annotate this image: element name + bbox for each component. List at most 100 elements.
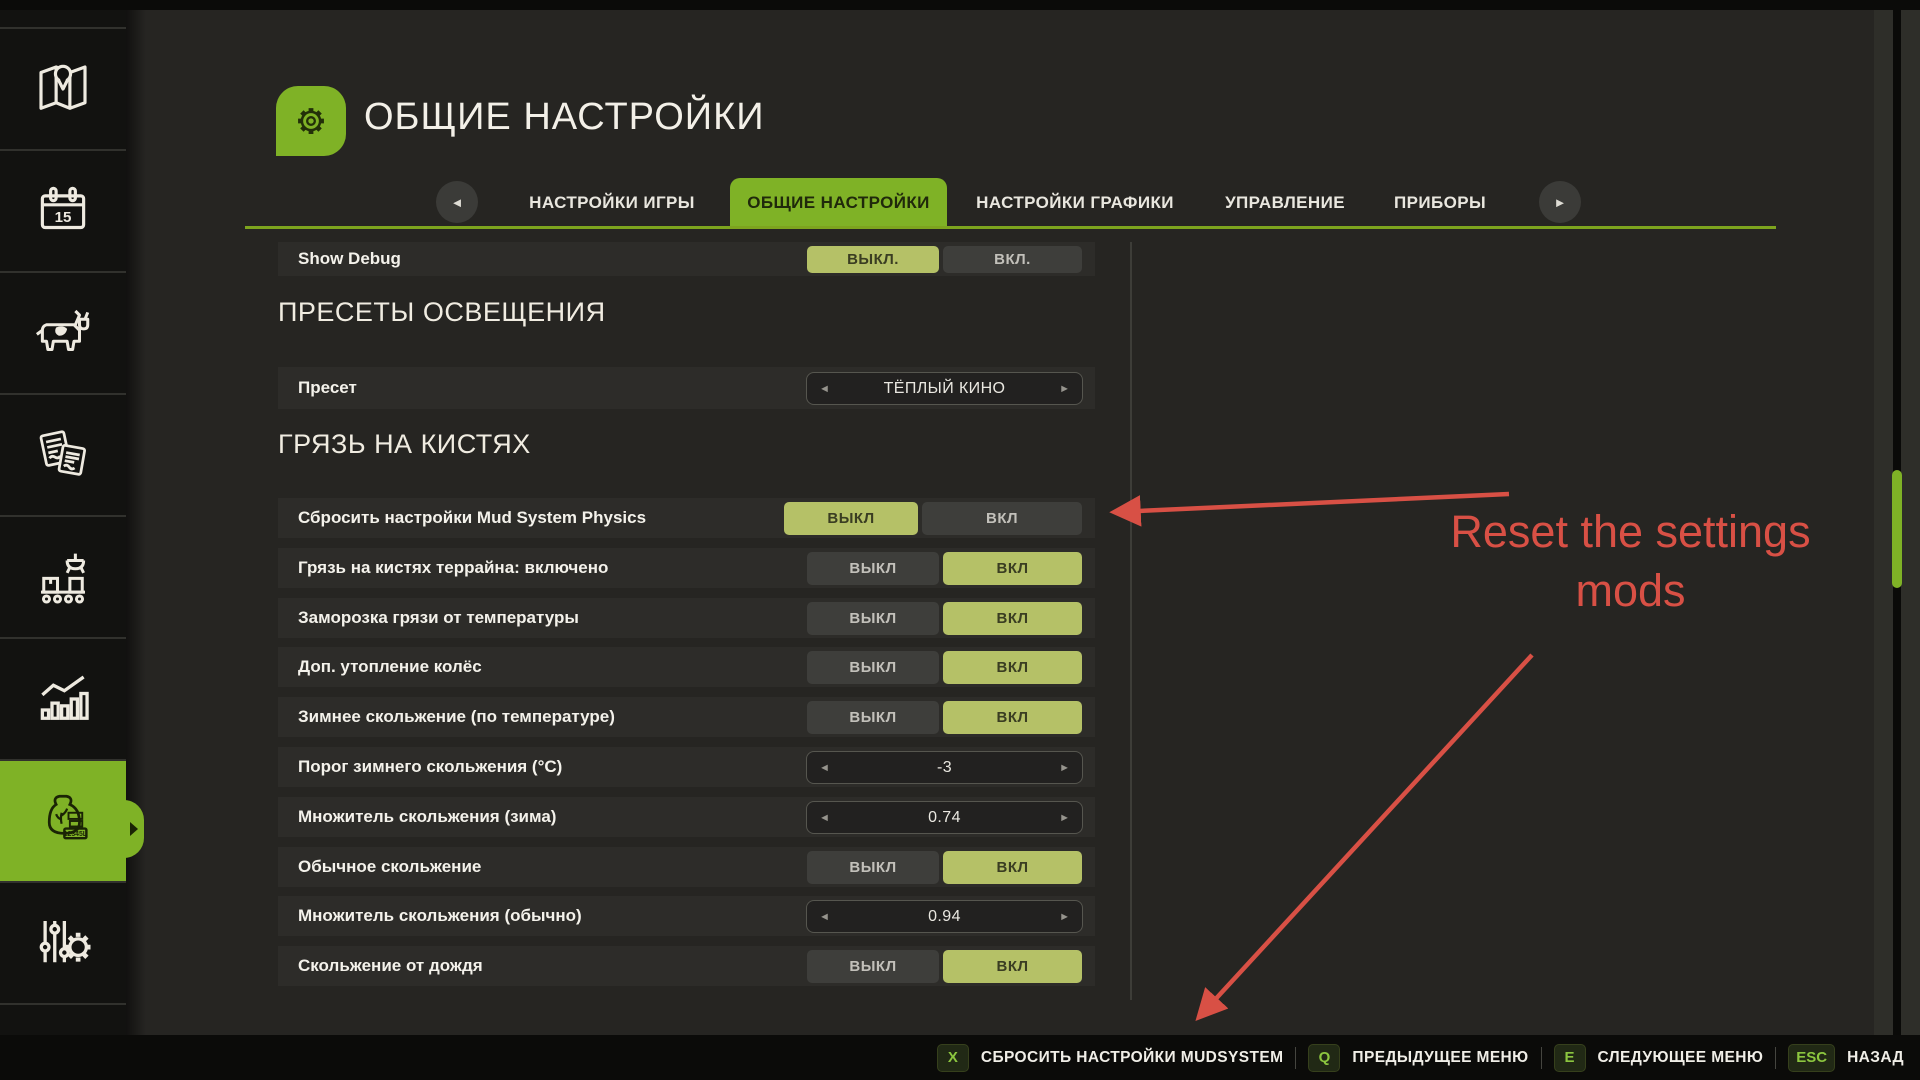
sidebar-item-contracts[interactable] <box>0 393 126 515</box>
setting-label: Обычное скольжение <box>298 857 481 877</box>
setting-label: Порог зимнего скольжения (°C) <box>298 757 562 777</box>
animals-icon <box>30 300 96 366</box>
settings-row: Заморозка грязи от температуры ВЫКЛВКЛ <box>278 598 1095 638</box>
tab-настройки-графики[interactable]: НАСТРОЙКИ ГРАФИКИ <box>976 193 1174 213</box>
settings-row: Зимнее скольжение (по температуре)ВЫКЛВК… <box>278 697 1095 737</box>
value-selector[interactable]: ◄-3► <box>806 751 1083 784</box>
tab-общие-настройки[interactable]: ОБЩИЕ НАСТРОЙКИ <box>730 178 947 228</box>
settings-row: Доп. утопление колёс ВЫКЛВКЛ <box>278 647 1095 687</box>
sidebar-item-calendar[interactable]: 15 <box>0 149 126 271</box>
chevron-right-icon <box>130 822 138 836</box>
toggle-on-button[interactable]: ВКЛ <box>943 851 1082 884</box>
annotation-arrow-to-bottom-hint <box>1200 655 1532 1016</box>
toggle-on-button[interactable]: ВКЛ <box>943 651 1082 684</box>
value-selector[interactable]: ◄ ТЁПЛЫЙ КИНО ► <box>806 372 1083 405</box>
selector-value: 0.74 <box>928 809 961 827</box>
toggle-on-button[interactable]: ВКЛ <box>943 950 1082 983</box>
bottom-bar-label: СБРОСИТЬ НАСТРОЙКИ MUDSYSTEM <box>981 1049 1284 1067</box>
toggle-on-button[interactable]: ВКЛ <box>943 552 1082 585</box>
settings-row: Скольжение от дождяВЫКЛВКЛ <box>278 946 1095 986</box>
setting-label: Доп. утопление колёс <box>298 657 482 677</box>
settings-row: Порог зимнего скольжения (°C) ◄-3► <box>278 747 1095 787</box>
toggle-on-button[interactable]: ВКЛ <box>943 602 1082 635</box>
sidebar-item-statistics[interactable] <box>0 637 126 759</box>
tab-приборы[interactable]: ПРИБОРЫ <box>1394 193 1486 213</box>
settings-row: Сбросить настройки Mud System Physics ВЫК… <box>278 498 1095 538</box>
setting-label: Сбросить настройки Mud System Physics <box>298 508 646 528</box>
key-badge: X <box>937 1044 969 1072</box>
selector-value: 0.94 <box>928 908 961 926</box>
stepper-left-icon[interactable]: ◄ <box>819 762 830 774</box>
toggle-off-button[interactable]: ВЫКЛ <box>807 950 939 983</box>
stepper-right-icon[interactable]: ► <box>1059 762 1070 774</box>
calendar-day-label: 15 <box>55 209 72 226</box>
price-sign-label: 12345L <box>64 831 87 838</box>
bottom-bar-separator <box>1775 1047 1776 1069</box>
sidebar-bottom-line <box>0 1003 126 1005</box>
chevron-left-icon: ◄ <box>451 195 464 210</box>
contracts-icon <box>30 422 96 488</box>
tab-label: ОБЩИЕ НАСТРОЙКИ <box>747 193 930 213</box>
stepper-right-icon[interactable]: ► <box>1059 911 1070 923</box>
production-icon <box>30 544 96 610</box>
settings-row: Пресет◄ТЁПЛЫЙ КИНО► <box>278 367 1095 409</box>
calendar-icon: 15 <box>30 178 96 244</box>
toggle-on-button[interactable]: ВКЛ. <box>943 246 1082 273</box>
chevron-right-icon: ► <box>1554 195 1567 210</box>
tabs-prev-button[interactable]: ◄ <box>436 181 478 223</box>
bottom-bar-separator <box>1541 1047 1542 1069</box>
setting-label: Заморозка грязи от температуры <box>298 608 579 628</box>
toggle-off-button[interactable]: ВЫКЛ <box>807 602 939 635</box>
settings-row: Множитель скольжения (обычно) ◄ 0.94 ► <box>278 896 1095 936</box>
bottom-bar-item-x[interactable]: X СБРОСИТЬ НАСТРОЙКИ MUDSYSTEM <box>937 1044 1284 1072</box>
toggle-off-button[interactable]: ВЫКЛ <box>807 651 939 684</box>
scrollbar-thumb[interactable] <box>1892 470 1902 588</box>
value-selector[interactable]: ◄ 0.74 ► <box>806 801 1083 834</box>
value-selector[interactable]: ◄ 0.94 ► <box>806 900 1083 933</box>
sidebar-item-production[interactable] <box>0 515 126 637</box>
sidebar-item-animals[interactable] <box>0 271 126 393</box>
toggle-off-button[interactable]: ВЫКЛ <box>784 502 918 535</box>
settings-row: Обычное скольжение ВЫКЛВКЛ <box>278 847 1095 887</box>
toggle-off-button[interactable]: ВЫКЛ <box>807 851 939 884</box>
sidebar-item-game-settings[interactable] <box>0 881 126 1003</box>
stepper-left-icon[interactable]: ◄ <box>819 911 830 923</box>
annotation-note: Reset the settings mods <box>1398 502 1863 620</box>
sidebar-item-map[interactable] <box>0 27 126 149</box>
toggle-off-button[interactable]: ВЫКЛ <box>807 701 939 734</box>
toggle-on-button[interactable]: ВКЛ <box>943 701 1082 734</box>
sidebar-shadow <box>126 10 146 1035</box>
bottom-bar-item-esc[interactable]: ESC НАЗАД <box>1788 1044 1904 1072</box>
key-badge: ESC <box>1788 1044 1835 1072</box>
stepper-left-icon[interactable]: ◄ <box>819 383 830 395</box>
stepper-left-icon[interactable]: ◄ <box>819 812 830 824</box>
setting-label: Грязь на кистях террайна: включено <box>298 558 608 578</box>
setting-label: Множитель скольжения (обычно) <box>298 906 582 926</box>
bottom-bar-item-e[interactable]: EСЛЕДУЮЩЕЕ МЕНЮ <box>1554 1044 1764 1072</box>
tab-управление[interactable]: УПРАВЛЕНИЕ <box>1225 193 1345 213</box>
key-badge: Q <box>1308 1044 1340 1072</box>
bottom-bar-item-q[interactable]: Q ПРЕДЫДУЩЕЕ МЕНЮ <box>1308 1044 1528 1072</box>
stepper-right-icon[interactable]: ► <box>1059 383 1070 395</box>
sidebar: 15 12345L <box>0 10 126 1035</box>
bottom-bar-label: НАЗАД <box>1847 1049 1904 1067</box>
bottom-bar-separator <box>1295 1047 1296 1069</box>
sidebar-item-prices[interactable]: 12345L <box>0 759 126 881</box>
settings-row: Show DebugВЫКЛ.ВКЛ. <box>278 242 1095 276</box>
stepper-right-icon[interactable]: ► <box>1059 812 1070 824</box>
toggle-off-button[interactable]: ВЫКЛ <box>807 552 939 585</box>
tab-настройки-игры[interactable]: НАСТРОЙКИ ИГРЫ <box>529 193 695 213</box>
settings-row: Множитель скольжения (зима) ◄ 0.74 ► <box>278 797 1095 837</box>
statistics-icon <box>30 666 96 732</box>
selector-value: ТЁПЛЫЙ КИНО <box>884 380 1006 398</box>
bottom-bar: X СБРОСИТЬ НАСТРОЙКИ MUDSYSTEM Q ПРЕДЫДУЩЕЕ… <box>0 1035 1920 1080</box>
toggle-off-button[interactable]: ВЫКЛ. <box>807 246 939 273</box>
bottom-bar-label: ПРЕДЫДУЩЕЕ МЕНЮ <box>1352 1049 1528 1067</box>
setting-label: Множитель скольжения (зима) <box>298 807 556 827</box>
gear-icon <box>276 86 346 156</box>
tabs-next-button[interactable]: ► <box>1539 181 1581 223</box>
toggle-on-button[interactable]: ВКЛ <box>922 502 1082 535</box>
column-divider <box>1130 242 1132 1000</box>
section-header: ГРЯЗЬ НА КИСТЯХ <box>278 429 531 460</box>
map-icon <box>30 56 96 122</box>
